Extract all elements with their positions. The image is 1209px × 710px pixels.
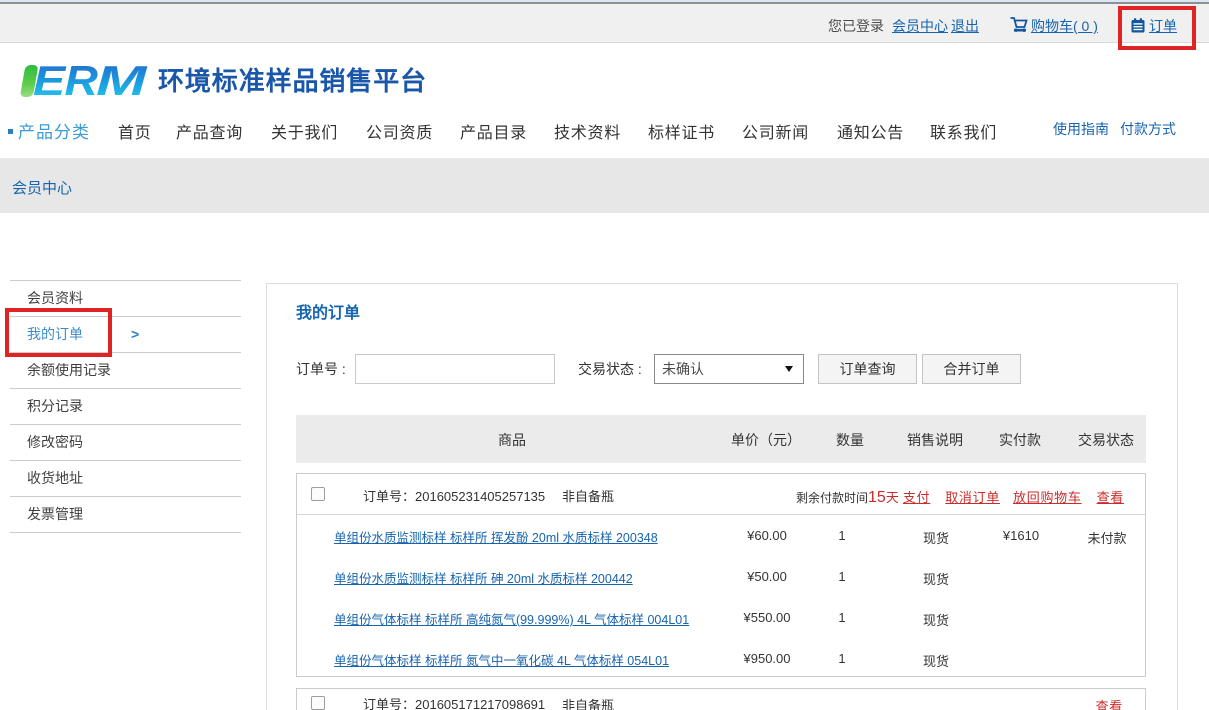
- svg-text:M: M: [96, 64, 148, 98]
- svg-text:E: E: [33, 64, 67, 98]
- svg-text:R: R: [65, 64, 98, 98]
